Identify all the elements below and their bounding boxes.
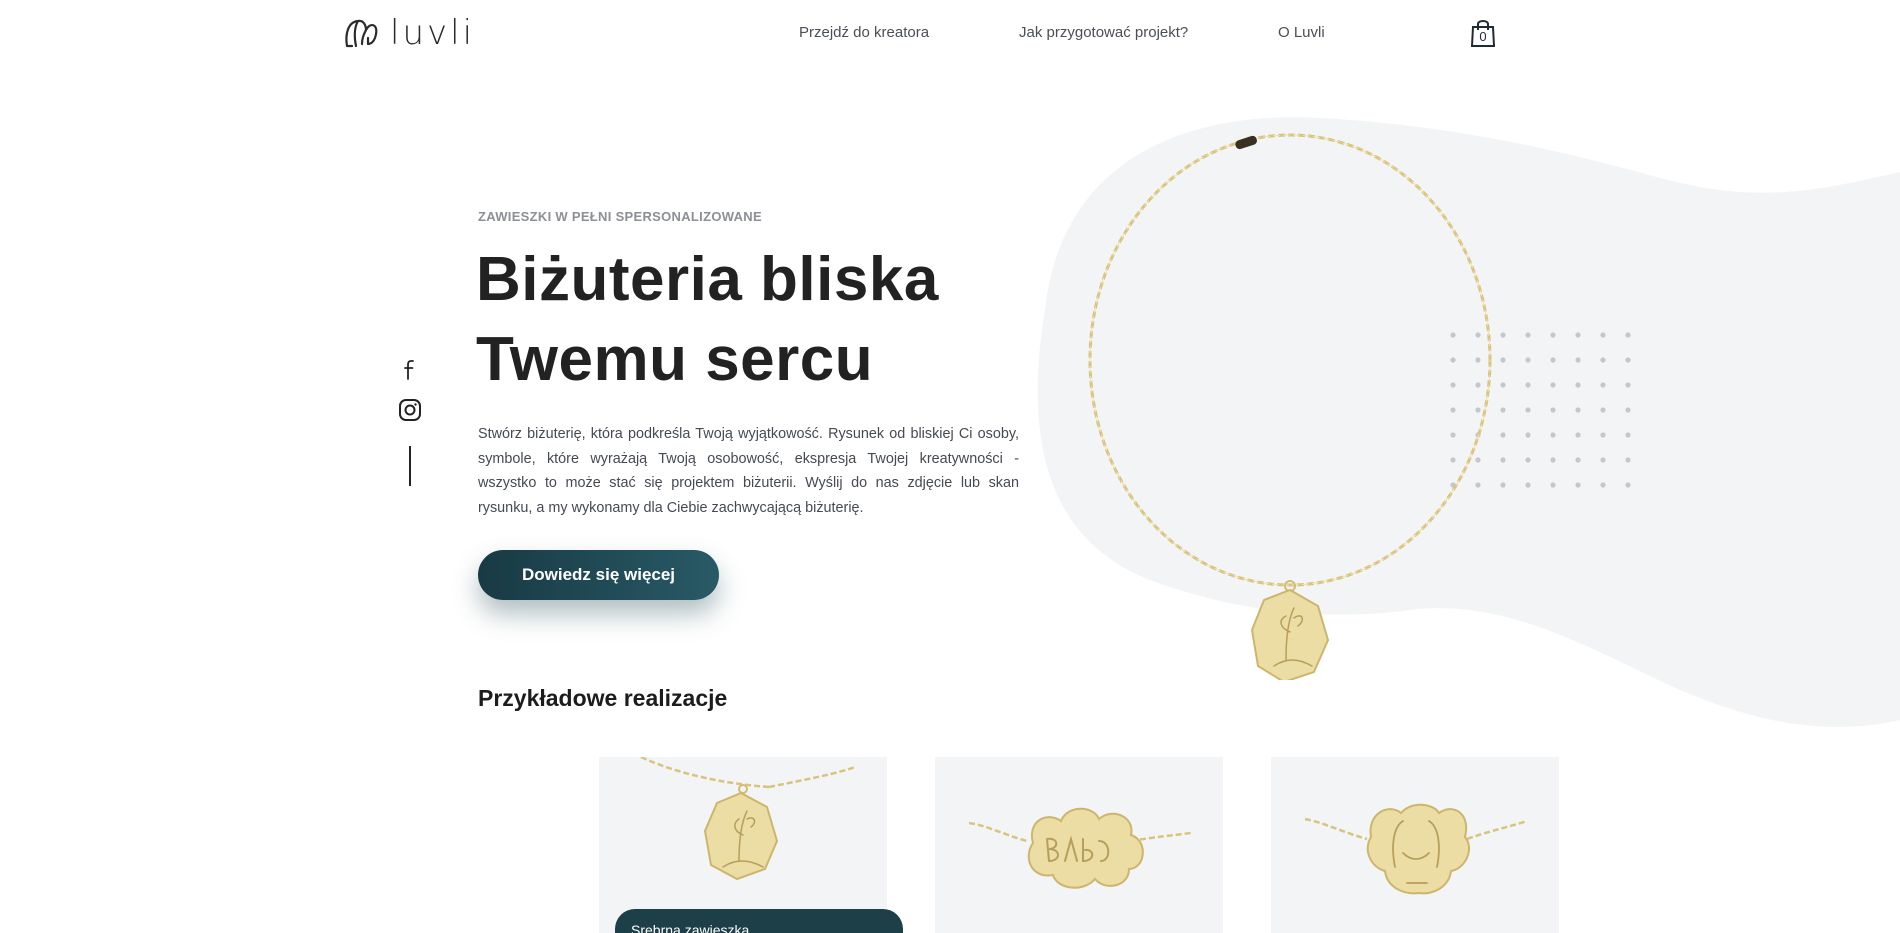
decorative-dot [1625,432,1631,438]
nav-link-creator[interactable]: Przejdź do kreatora [799,24,929,41]
logo-text: luvli [390,13,476,53]
decorative-dot [1625,332,1631,338]
logo[interactable]: luvli [342,16,475,50]
decorative-dot [1600,457,1606,463]
decorative-dot [1575,382,1581,388]
example-card[interactable] [1271,757,1559,933]
cloud-pendant-image [968,807,1192,889]
decorative-dot [1550,457,1556,463]
decorative-dot [1550,357,1556,363]
necklace-image [1088,133,1492,680]
decorative-dot [1600,357,1606,363]
decorative-dot [1600,482,1606,488]
decorative-dot [1550,407,1556,413]
examples-title: Przykładowe realizacje [478,685,728,711]
decorative-dot [1600,407,1606,413]
decorative-dot [1600,332,1606,338]
decorative-dot [1575,432,1581,438]
decorative-dot [1625,457,1631,463]
decorative-dot [1625,482,1631,488]
decorative-dot [1625,382,1631,388]
hero-title-line-1: Biżuteria bliska [476,245,939,314]
facebook-icon[interactable] [398,358,422,382]
hero-title: Biżuteria bliska Twemu sercu [476,240,939,400]
decorative-dot [1625,407,1631,413]
decorative-dot [1550,382,1556,388]
hero-title-line-2: Twemu sercu [476,325,874,394]
cart-button[interactable]: 0 [1470,18,1496,48]
nav-link-how-to-prepare[interactable]: Jak przygotować projekt? [1019,24,1188,41]
decorative-dot [1575,332,1581,338]
decorative-dot [1575,407,1581,413]
hero-description: Stwórz biżuterię, która podkreśla Twoją … [478,426,1019,516]
hands-pendant-image [1304,803,1528,895]
cart-count: 0 [1479,29,1487,44]
decorative-dot [1625,357,1631,363]
decorative-dot [1600,382,1606,388]
elephant-logo-icon [345,19,378,48]
hero-eyebrow: ZAWIESZKI W PEŁNI SPERSONALIZOWANE [478,209,762,224]
decorative-dot [1600,432,1606,438]
learn-more-button[interactable]: Dowiedz się więcej [478,550,719,600]
instagram-icon[interactable] [398,398,422,422]
decorative-dot [1575,357,1581,363]
social-links [398,358,422,486]
nav-link-about[interactable]: O Luvli [1278,24,1325,41]
social-divider [409,446,411,486]
decorative-dot [1550,332,1556,338]
octagon-pendant-image [638,757,856,881]
example-card[interactable] [935,757,1223,933]
decorative-dot [1575,457,1581,463]
example-card-label[interactable]: Srebrna zawieszka [615,909,903,933]
example-card[interactable] [599,757,887,933]
decorative-dot [1575,482,1581,488]
decorative-dot [1550,482,1556,488]
decorative-dot [1550,432,1556,438]
